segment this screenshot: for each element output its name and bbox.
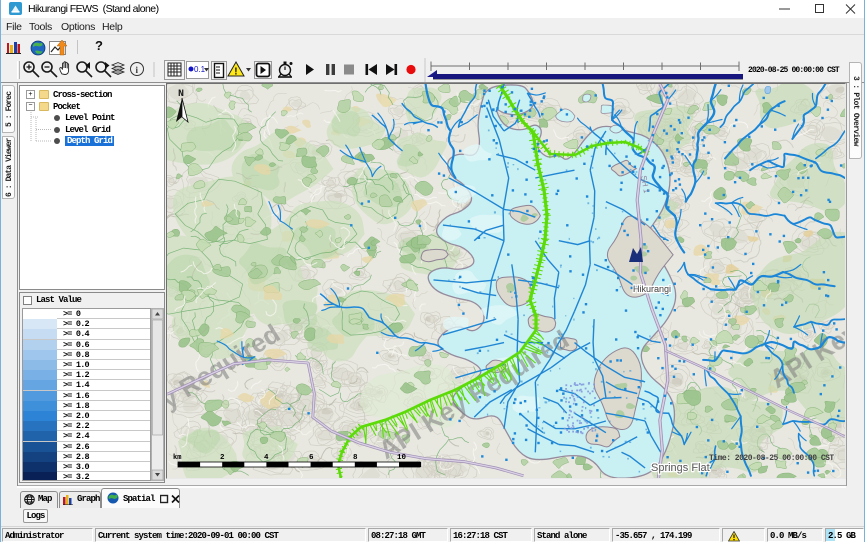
svg-text:Springs Flat: Springs Flat [651, 462, 710, 474]
svg-text:8: 8 [353, 454, 358, 462]
svg-text:N: N [178, 89, 184, 100]
svg-text:10: 10 [397, 454, 407, 462]
svg-text:Time: 2020-08-25 00:00:00 CST: Time: 2020-08-25 00:00:00 CST [709, 454, 834, 463]
svg-text:0.1: 0.1 [194, 65, 206, 74]
svg-text:4: 4 [264, 454, 269, 462]
svg-text:Hikurangi: Hikurangi [633, 284, 671, 294]
svg-text:i: i [136, 65, 139, 75]
svg-text:6: 6 [309, 454, 314, 462]
svg-text:2: 2 [220, 454, 225, 462]
svg-text:!: ! [234, 67, 237, 78]
svg-text:km: km [173, 454, 181, 462]
